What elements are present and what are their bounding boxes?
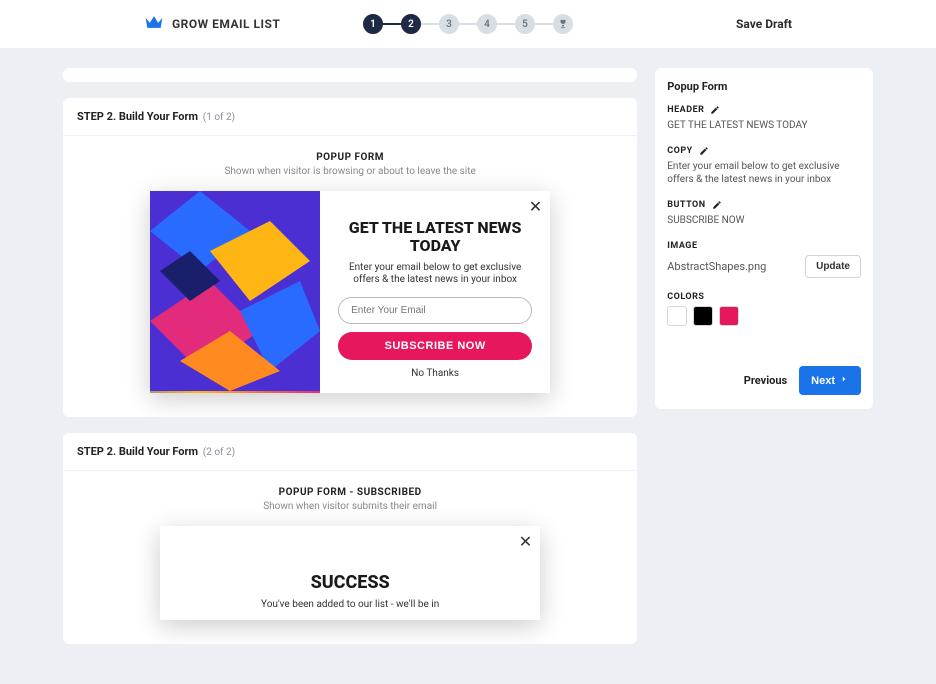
previous-button[interactable]: Previous (744, 374, 787, 387)
field-label-copy: COPY (667, 146, 692, 156)
no-thanks-link[interactable]: No Thanks (411, 368, 459, 379)
step-4[interactable]: 4 (477, 14, 497, 34)
popup-subscribed-sub: Shown when visitor submits their email (83, 501, 617, 512)
next-button[interactable]: Next (799, 366, 861, 395)
color-swatch-black[interactable] (693, 306, 713, 326)
popup-image (150, 191, 320, 393)
popup-preview: ✕ GET THE LATEST NEWS TO (150, 191, 550, 393)
card-step2-subscribed: STEP 2. Build Your Form (2 of 2) POPUP F… (63, 433, 637, 644)
pencil-icon[interactable] (712, 200, 722, 210)
step-2[interactable]: 2 (401, 14, 421, 34)
crown-icon (144, 14, 164, 34)
field-label-header: HEADER (667, 105, 704, 115)
trophy-icon (553, 14, 573, 34)
popup-copy: Enter your email below to get exclusive … (338, 262, 532, 287)
popup-form-sub: Shown when visitor is browsing or about … (83, 166, 617, 177)
color-swatch-white[interactable] (667, 306, 687, 326)
step-label: STEP 2. Build Your Form (77, 110, 198, 123)
color-swatch-pink[interactable] (719, 306, 739, 326)
card-header-step2a: STEP 2. Build Your Form (1 of 2) (63, 98, 637, 136)
panel-title: Popup Form (667, 80, 861, 93)
close-icon[interactable]: ✕ (519, 532, 532, 551)
step-1[interactable]: 1 (363, 14, 383, 34)
subscribe-button[interactable]: SUBSCRIBE NOW (338, 332, 532, 360)
close-icon[interactable]: ✕ (529, 197, 542, 216)
popup-subscribed-title: POPUP FORM - SUBSCRIBED (83, 487, 617, 498)
step-sep-5 (535, 23, 553, 25)
topbar: GROW EMAIL LIST 1 2 3 4 5 Save Draft (0, 0, 936, 48)
brand: GROW EMAIL LIST (144, 14, 280, 34)
success-copy: You've been added to our list - we'll be… (190, 599, 510, 610)
step-sep-4 (497, 23, 515, 25)
stepper: 1 2 3 4 5 (363, 14, 573, 34)
step-5[interactable]: 5 (515, 14, 535, 34)
popup-heading: GET THE LATEST NEWS TODAY (338, 219, 532, 256)
pencil-icon[interactable] (710, 105, 720, 115)
chevron-right-icon (839, 374, 849, 387)
field-label-colors: COLORS (667, 292, 704, 302)
field-label-button: BUTTON (667, 200, 705, 210)
step-sep-3 (459, 23, 477, 25)
step-3[interactable]: 3 (439, 14, 459, 34)
editor-panel: Popup Form HEADER GET THE LATEST NEWS TO… (655, 68, 873, 409)
step-label: STEP 2. Build Your Form (77, 445, 198, 458)
success-heading: SUCCESS (190, 572, 510, 593)
field-value-button: SUBSCRIBE NOW (667, 214, 861, 227)
step-sep-1 (383, 23, 401, 25)
update-image-button[interactable]: Update (805, 255, 861, 278)
brand-title: GROW EMAIL LIST (172, 17, 280, 31)
popup-form-title: POPUP FORM (83, 152, 617, 163)
field-value-header: GET THE LATEST NEWS TODAY (667, 119, 861, 132)
color-swatches (667, 306, 861, 326)
save-draft-link[interactable]: Save Draft (736, 17, 792, 31)
step-sep-2 (421, 23, 439, 25)
card-step2-popup: STEP 2. Build Your Form (1 of 2) POPUP F… (63, 98, 637, 417)
pencil-icon[interactable] (699, 146, 709, 156)
field-label-image: IMAGE (667, 241, 697, 251)
card-header-step2b: STEP 2. Build Your Form (2 of 2) (63, 433, 637, 471)
image-filename: AbstractShapes.png (667, 260, 766, 273)
field-value-copy: Enter your email below to get exclusive … (667, 160, 861, 186)
collapsed-step-card (63, 68, 637, 82)
step-count: (2 of 2) (203, 447, 235, 458)
step-count: (1 of 2) (203, 112, 235, 123)
popup-success-preview: ✕ SUCCESS You've been added to our list … (160, 526, 540, 620)
email-input[interactable] (338, 297, 532, 324)
next-label: Next (811, 375, 835, 387)
